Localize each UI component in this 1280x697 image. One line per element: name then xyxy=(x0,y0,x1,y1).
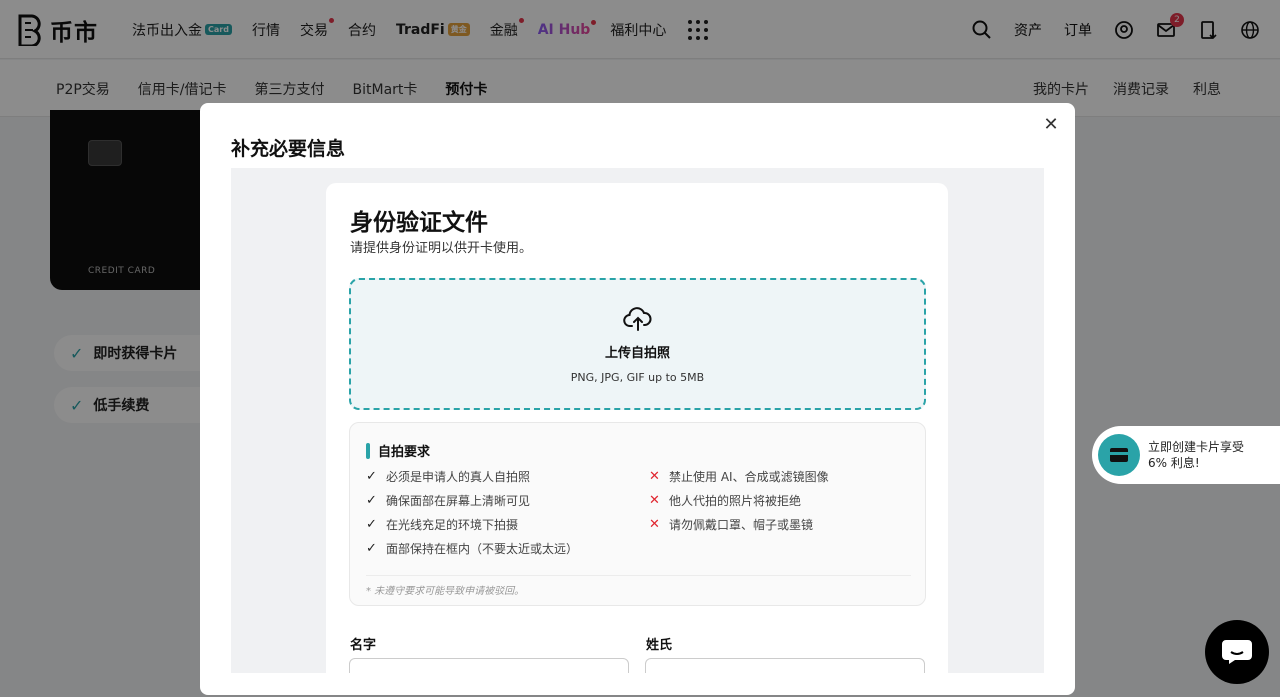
requirement-text: 在光线充足的环境下拍摄 xyxy=(386,517,519,532)
check-icon: ✓ xyxy=(366,492,377,508)
requirement-text: 确保面部在屏幕上清晰可见 xyxy=(386,493,531,508)
list-item: ✕ 禁止使用 AI、合成或滤镜图像 xyxy=(649,468,829,484)
requirements-dont-list: ✕ 禁止使用 AI、合成或滤镜图像 ✕ 他人代拍的照片将被拒绝 ✕ 请勿佩戴口罩、帽子… xyxy=(649,468,829,532)
cloud-upload-icon xyxy=(622,307,651,331)
verification-modal: 补充必要信息 ✕ 身份验证文件 请提供身份证明以供开卡使用。 上传自拍照 PNG… xyxy=(200,103,1075,695)
doc-title: 身份验证文件 xyxy=(350,210,488,236)
upload-hint: PNG, JPG, GIF up to 5MB xyxy=(570,371,705,384)
selfie-requirements: 自拍要求 ✓ 必须是申请人的真人自拍照 ✓ 确保面部在屏幕上清晰可见 ✓ 在光线充足的… xyxy=(349,422,926,606)
requirement-text: 面部保持在框内（不要太近或太远） xyxy=(386,541,579,556)
selfie-upload-dropzone[interactable]: 上传自拍照 PNG, JPG, GIF up to 5MB xyxy=(349,278,926,410)
accent-bar xyxy=(366,442,370,459)
card-icon xyxy=(1098,434,1140,476)
chat-support-button[interactable] xyxy=(1205,620,1269,684)
requirement-text: 他人代拍的照片将被拒绝 xyxy=(669,493,802,508)
chat-icon xyxy=(1222,640,1252,664)
check-icon: ✓ xyxy=(366,540,377,556)
modal-title: 补充必要信息 xyxy=(231,138,346,160)
promo-text: 立即创建卡片享受6% 利息! xyxy=(1148,440,1245,470)
id-document-card: 身份验证文件 请提供身份证明以供开卡使用。 上传自拍照 PNG, JPG, GI… xyxy=(326,183,948,673)
check-icon: ✓ xyxy=(366,516,377,532)
list-item: ✓ 面部保持在框内（不要太近或太远） xyxy=(366,540,578,556)
promo-banner[interactable]: 立即创建卡片享受6% 利息! xyxy=(1092,426,1280,484)
first-name-input[interactable] xyxy=(349,658,629,673)
cross-icon: ✕ xyxy=(649,516,660,532)
requirements-note: * 未遵守要求可能导致申请被驳回。 xyxy=(366,575,911,597)
list-item: ✓ 必须是申请人的真人自拍照 xyxy=(366,468,578,484)
requirement-text: 请勿佩戴口罩、帽子或墨镜 xyxy=(669,517,814,532)
requirement-text: 禁止使用 AI、合成或滤镜图像 xyxy=(669,469,829,484)
check-icon: ✓ xyxy=(366,468,377,484)
close-icon[interactable]: ✕ xyxy=(1043,116,1059,134)
requirements-do-list: ✓ 必须是申请人的真人自拍照 ✓ 确保面部在屏幕上清晰可见 ✓ 在光线充足的环境下拍摄… xyxy=(366,468,578,556)
list-item: ✓ 确保面部在屏幕上清晰可见 xyxy=(366,492,578,508)
list-item: ✓ 在光线充足的环境下拍摄 xyxy=(366,516,578,532)
requirement-text: 必须是申请人的真人自拍照 xyxy=(386,469,531,484)
form-frame: 身份验证文件 请提供身份证明以供开卡使用。 上传自拍照 PNG, JPG, GI… xyxy=(231,168,1044,673)
upload-title: 上传自拍照 xyxy=(604,346,670,361)
list-item: ✕ 请勿佩戴口罩、帽子或墨镜 xyxy=(649,516,829,532)
cross-icon: ✕ xyxy=(649,492,660,508)
last-name-input[interactable] xyxy=(645,658,925,673)
cross-icon: ✕ xyxy=(649,468,660,484)
list-item: ✕ 他人代拍的照片将被拒绝 xyxy=(649,492,829,508)
doc-subtitle: 请提供身份证明以供开卡使用。 xyxy=(350,241,533,256)
last-name-label: 姓氏 xyxy=(646,638,673,653)
requirements-title: 自拍要求 xyxy=(366,441,430,460)
requirements-title-text: 自拍要求 xyxy=(378,445,431,460)
first-name-label: 名字 xyxy=(350,638,377,653)
